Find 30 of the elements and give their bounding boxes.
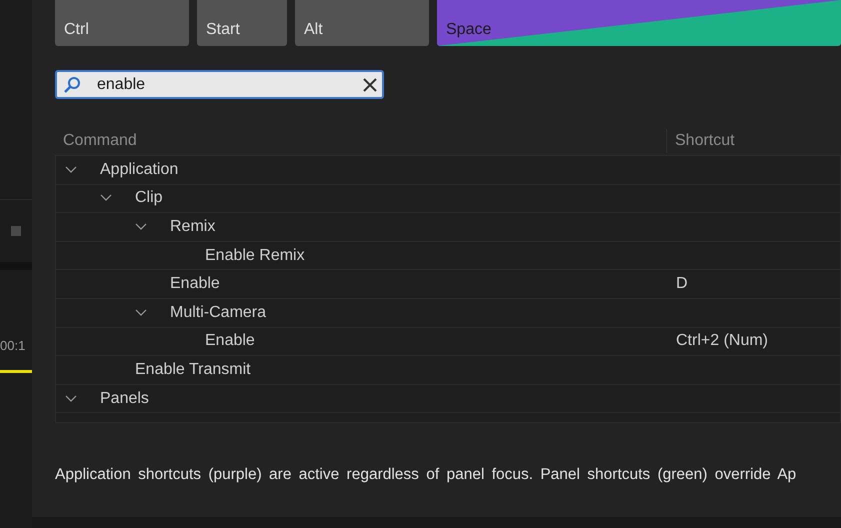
tree-row[interactable]: Enable Ctrl+2 (Num) <box>56 328 840 356</box>
command-label: Clip <box>135 188 163 208</box>
chevron-down-icon[interactable] <box>65 166 77 174</box>
column-header[interactable]: Command <box>55 129 666 153</box>
command-label: Enable Transmit <box>135 360 251 380</box>
shortcut-label: D <box>675 274 688 294</box>
search-input[interactable]: enable <box>97 72 363 96</box>
shortcut-label: Ctrl+2 (Num) <box>675 331 768 352</box>
command-label: Remix <box>170 216 216 237</box>
column-header[interactable]: Shortcut <box>666 129 735 153</box>
chevron-down-icon[interactable] <box>100 194 112 202</box>
chevron-down-icon[interactable] <box>135 308 147 317</box>
command-label: Panels <box>100 388 149 409</box>
footer-note: Application shortcuts (purple) are active regardless of panel focus. Panel shortcuts (green) override Ap <box>55 466 796 483</box>
command-label: Application <box>100 160 178 180</box>
command-label: Enable Remix <box>205 246 305 266</box>
keyboard-key[interactable]: Alt <box>295 0 429 46</box>
keyboard-key[interactable]: Start <box>197 0 287 46</box>
tree-row[interactable]: Clip <box>56 184 840 214</box>
chevron-down-icon[interactable] <box>135 222 147 231</box>
command-label: Enable <box>205 331 255 352</box>
command-label: Enable <box>170 274 220 294</box>
playhead-bar <box>0 370 32 372</box>
keyboard-key[interactable]: Ctrl <box>55 0 189 46</box>
chevron-down-icon[interactable] <box>65 394 77 403</box>
search-bar[interactable]: enable <box>55 70 384 99</box>
close-icon[interactable] <box>363 78 377 92</box>
search-icon <box>63 76 81 94</box>
command-label: Multi-Camera <box>170 302 266 323</box>
timecode: 00:1 <box>0 337 26 355</box>
